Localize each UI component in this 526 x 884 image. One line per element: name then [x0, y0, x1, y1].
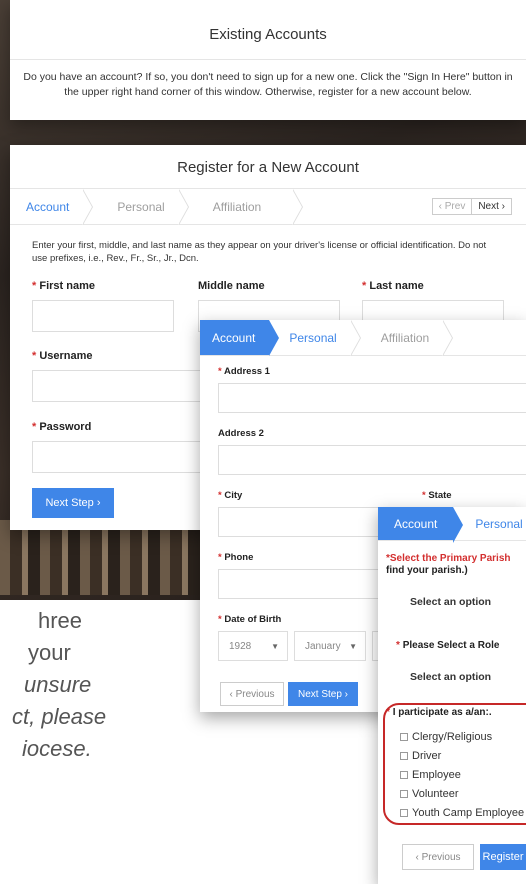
parish-label: *Select the Primary Parish find your pari… — [386, 553, 511, 576]
caption-text: hree your unsure ct, please iocese. — [12, 608, 107, 761]
first-name-input[interactable] — [32, 300, 174, 332]
next-step-button[interactable]: Next Step › — [32, 488, 114, 518]
affiliation-tabs: Account Personal — [378, 507, 526, 543]
dob-label: * Date of Birth — [218, 614, 282, 625]
previous-button[interactable]: ‹ Previous — [402, 844, 474, 870]
next-button[interactable]: Next › — [471, 199, 511, 214]
register-button[interactable]: Register — [480, 844, 526, 870]
previous-button[interactable]: ‹ Previous — [220, 682, 284, 706]
existing-accounts-title: Existing Accounts — [10, 0, 526, 60]
dob-year-select[interactable]: 1928 ▼ — [218, 631, 288, 661]
last-name-label: * Last name — [362, 280, 424, 292]
name-instructions: Enter your first, middle, and last name … — [32, 240, 487, 264]
prev-button[interactable]: ‹ Prev — [433, 199, 472, 214]
address1-label: * Address 1 — [218, 366, 270, 377]
address1-input[interactable] — [218, 383, 526, 413]
password-label: * Password — [32, 421, 92, 433]
role-select[interactable]: Select an option — [400, 662, 526, 692]
tab-affiliation[interactable]: Affiliation — [187, 189, 304, 225]
tab-affiliation[interactable]: Affiliation — [359, 320, 454, 356]
tab-personal[interactable]: Personal — [453, 507, 526, 540]
tab-account[interactable]: Account — [10, 189, 94, 225]
personal-tabs: Account Personal Affiliation — [200, 320, 526, 356]
existing-accounts-text: Do you have an account? If so, you don't… — [23, 71, 513, 98]
first-name-label: * First name — [32, 280, 95, 292]
username-input[interactable] — [32, 370, 212, 402]
address2-input[interactable] — [218, 445, 526, 475]
tab-personal[interactable]: Personal — [269, 320, 362, 356]
state-label: * State — [422, 490, 452, 501]
tab-personal[interactable]: Personal — [91, 189, 190, 225]
pager: ‹ Prev Next › — [431, 198, 512, 215]
username-label: * Username — [32, 350, 93, 362]
annotation-highlight — [383, 703, 526, 825]
affiliation-panel: Account Personal *Select the Primary Par… — [378, 507, 526, 884]
address2-label: Address 2 — [218, 428, 264, 439]
tab-account[interactable]: Account — [378, 507, 464, 543]
role-label: * Please Select a Role — [396, 640, 500, 651]
register-title: Register for a New Account — [10, 145, 526, 189]
city-label: * City — [218, 490, 243, 501]
middle-name-label: Middle name — [198, 280, 265, 292]
dob-month-select[interactable]: January ▼ — [294, 631, 366, 661]
next-step-button[interactable]: Next Step › — [288, 682, 358, 706]
tab-account[interactable]: Account — [200, 320, 280, 356]
parish-select[interactable]: Select an option — [400, 587, 526, 617]
existing-accounts-panel: Existing Accounts Do you have an account… — [10, 0, 526, 120]
register-tabs: Account Personal Affiliation ‹ Prev Next… — [10, 189, 526, 225]
password-input[interactable] — [32, 441, 212, 473]
background-building — [0, 520, 200, 595]
phone-label: * Phone — [218, 552, 254, 563]
